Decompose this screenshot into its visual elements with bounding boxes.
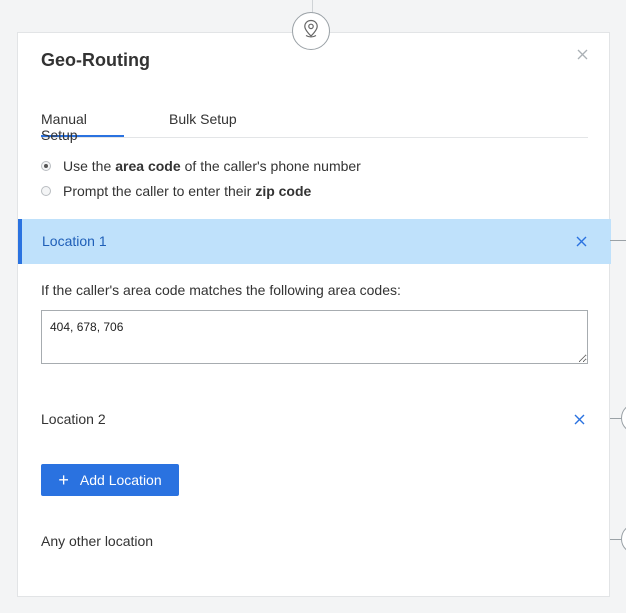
location-pin-icon bbox=[302, 19, 320, 44]
panel-title: Geo-Routing bbox=[41, 50, 150, 70]
area-codes-input[interactable]: 404, 678, 706 bbox=[41, 310, 588, 364]
option-zip-code[interactable]: Prompt the caller to enter their zip cod… bbox=[41, 183, 315, 199]
add-location-button[interactable]: + Add Location bbox=[41, 464, 179, 496]
location-1-label: Location 1 bbox=[42, 233, 107, 249]
radio-zip-code[interactable] bbox=[41, 186, 51, 196]
close-icon bbox=[574, 414, 584, 424]
setup-tabs: Manual Setup Bulk Setup bbox=[41, 110, 588, 143]
option-area-code-bold: area code bbox=[115, 158, 181, 174]
option-zip-code-prefix: Prompt the caller to enter their bbox=[63, 183, 252, 199]
option-area-code-prefix: Use the bbox=[63, 158, 112, 174]
tab-manual-setup[interactable]: Manual Setup bbox=[41, 111, 124, 143]
geo-routing-panel: Geo-Routing Manual Setup Bulk Setup Use … bbox=[17, 32, 611, 597]
remove-location-2-button[interactable] bbox=[573, 413, 585, 425]
option-zip-code-bold: zip code bbox=[255, 183, 312, 199]
area-code-description: If the caller's area code matches the fo… bbox=[41, 282, 401, 298]
plus-icon: + bbox=[58, 470, 69, 490]
radio-area-code[interactable] bbox=[41, 161, 51, 171]
connector-line-location-1 bbox=[610, 240, 626, 241]
location-1-header[interactable]: Location 1 bbox=[18, 219, 611, 264]
location-2-label[interactable]: Location 2 bbox=[41, 411, 106, 427]
add-location-label: Add Location bbox=[79, 472, 162, 488]
option-area-code[interactable]: Use the area code of the caller's phone … bbox=[41, 158, 361, 174]
geo-routing-node[interactable] bbox=[292, 12, 330, 50]
any-other-location-label: Any other location bbox=[41, 533, 154, 549]
tab-bulk-setup[interactable]: Bulk Setup bbox=[169, 111, 237, 137]
location-2-node[interactable] bbox=[621, 403, 626, 433]
other-location-node[interactable] bbox=[621, 524, 626, 554]
close-button[interactable] bbox=[575, 49, 589, 63]
remove-location-1-button[interactable] bbox=[575, 235, 587, 247]
option-area-code-suffix: of the caller's phone number bbox=[184, 158, 361, 174]
close-icon bbox=[577, 47, 588, 65]
close-icon bbox=[576, 236, 586, 246]
